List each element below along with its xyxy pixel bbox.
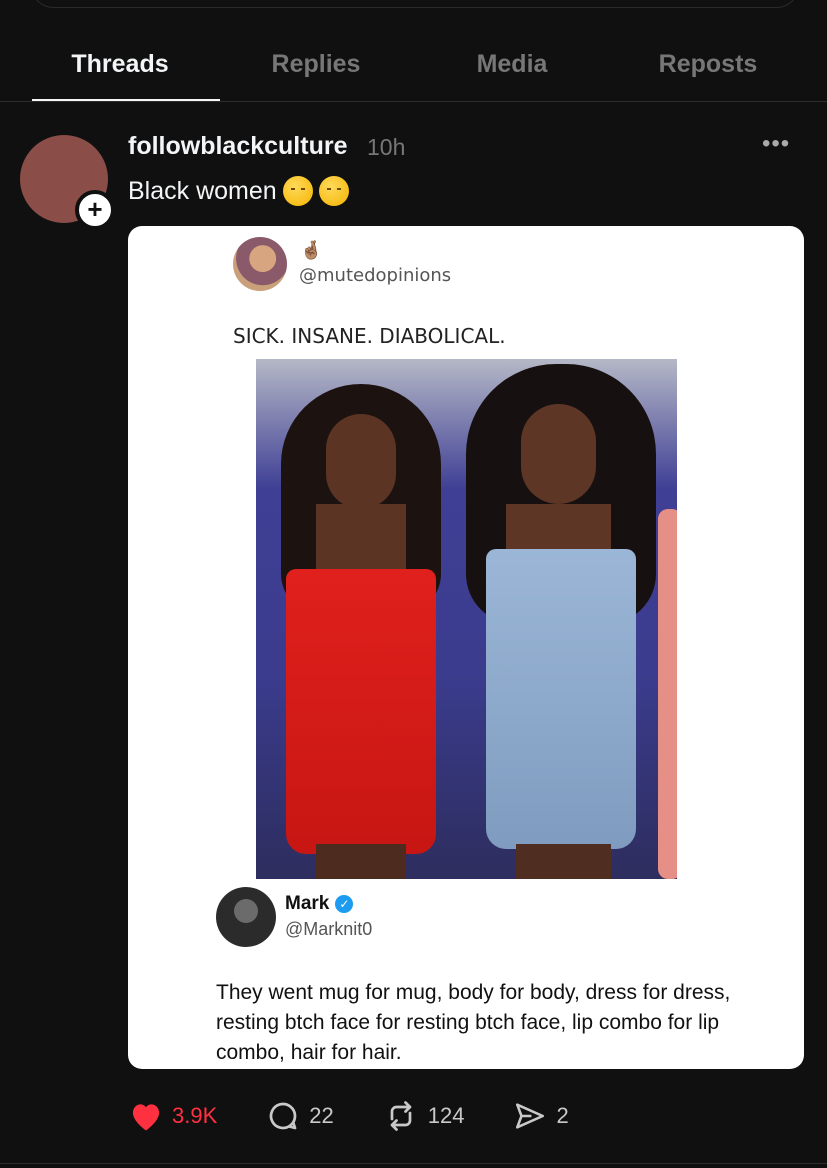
reply-button[interactable]: 22 — [265, 1098, 334, 1134]
reply-count: 22 — [309, 1103, 334, 1128]
post-media-image[interactable]: 🤞🏽 @mutedopinions SICK. INSANE. DIABOLIC… — [128, 226, 804, 1069]
face-exhaling-icon — [318, 176, 349, 206]
tab-replies[interactable]: Replies — [218, 40, 414, 101]
send-icon — [516, 1103, 545, 1129]
reply-name-row: Mark ✓ — [285, 893, 354, 915]
repost-icon — [390, 1101, 412, 1131]
quoted-avatar — [233, 237, 287, 291]
quoted-display-emoji: 🤞🏽 — [300, 240, 323, 260]
post-actions: 3.9K 22 124 2 — [128, 1094, 617, 1138]
reply-name: Mark — [285, 893, 330, 914]
tab-media[interactable]: Media — [414, 40, 610, 101]
post-time: 10h — [367, 134, 406, 160]
reply-avatar — [216, 887, 276, 947]
post-text: Black women — [128, 176, 277, 205]
follow-plus-icon[interactable]: + — [75, 190, 115, 230]
tab-reposts[interactable]: Reposts — [610, 40, 806, 101]
divider — [0, 1163, 827, 1168]
post-username[interactable]: followblackculture — [128, 132, 347, 161]
photo-person-left — [276, 384, 446, 879]
repost-count: 124 — [427, 1103, 465, 1128]
like-count: 3.9K — [172, 1103, 218, 1128]
face-exhaling-icon — [282, 176, 313, 206]
quoted-handle: @mutedopinions — [299, 265, 452, 286]
reply-handle: @Marknit0 — [285, 919, 373, 939]
share-button[interactable]: 2 — [512, 1099, 569, 1133]
repost-button[interactable]: 124 — [382, 1098, 465, 1134]
tab-threads[interactable]: Threads — [22, 40, 220, 101]
like-button[interactable]: 3.9K — [128, 1100, 217, 1132]
more-icon[interactable]: ••• — [762, 130, 790, 158]
quoted-photo — [256, 359, 677, 879]
profile-tabs: Threads Replies Media Reposts — [0, 40, 827, 102]
comment-icon — [269, 1102, 297, 1130]
verified-icon: ✓ — [335, 895, 354, 913]
heart-icon — [132, 1104, 160, 1131]
photo-person-edge — [658, 509, 677, 879]
quoted-caption: SICK. INSANE. DIABOLICAL. — [233, 324, 506, 348]
reply-text: They went mug for mug, body for body, dr… — [216, 981, 731, 1064]
post-body: Black women — [128, 176, 349, 206]
share-count: 2 — [556, 1103, 569, 1128]
search-bar-remnant — [30, 0, 800, 8]
photo-person-right — [466, 364, 656, 879]
